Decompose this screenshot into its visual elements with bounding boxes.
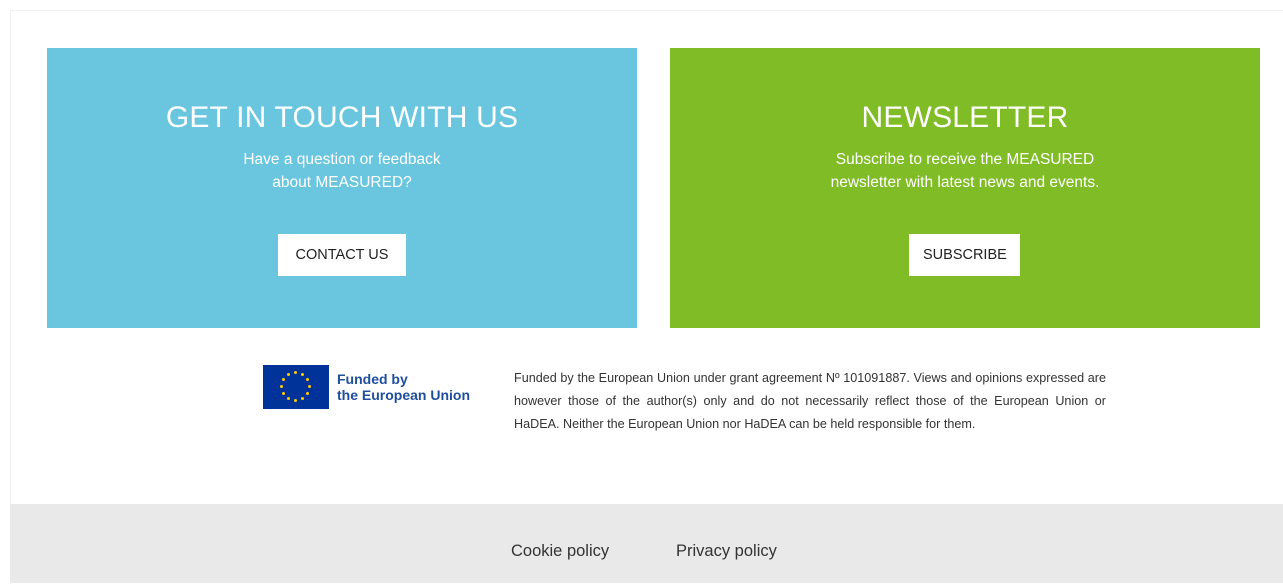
contact-card: GET IN TOUCH WITH US Have a question or …: [47, 48, 637, 328]
footer: Cookie policy Privacy policy: [10, 504, 1283, 583]
contact-title: GET IN TOUCH WITH US: [165, 101, 519, 134]
privacy-policy-link[interactable]: Privacy policy: [676, 542, 777, 561]
subscribe-button[interactable]: SUBSCRIBE: [909, 234, 1020, 276]
eu-flag-icon: [263, 364, 329, 409]
newsletter-card: NEWSLETTER Subscribe to receive the MEAS…: [670, 48, 1260, 328]
eu-funding-logo: Funded by the European Union: [263, 364, 493, 409]
eu-logo-line1: Funded by: [337, 370, 408, 387]
newsletter-title: NEWSLETTER: [861, 101, 1069, 134]
contact-subtitle: Have a question or feedback about MEASUR…: [243, 151, 441, 191]
funding-disclaimer: Funded by the European Union under grant…: [514, 371, 1106, 431]
newsletter-subtitle: Subscribe to receive the MEASURED newsle…: [830, 151, 1100, 191]
eu-logo-line2: the European Union: [337, 386, 470, 403]
cookie-policy-link[interactable]: Cookie policy: [511, 542, 609, 561]
eu-logo-text: Funded by the European Union: [337, 371, 470, 403]
contact-us-button[interactable]: CONTACT US: [278, 234, 406, 276]
